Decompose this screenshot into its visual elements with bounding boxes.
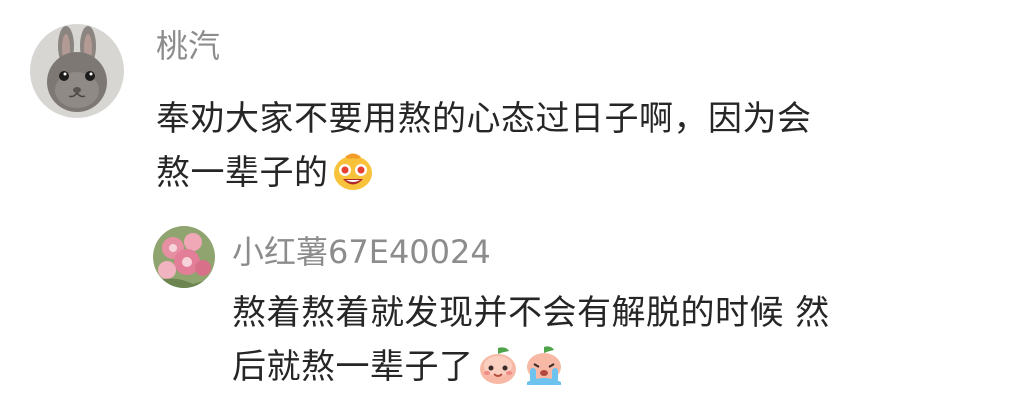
- grinning-face-emoji-icon: [331, 148, 375, 192]
- bunny-avatar-icon: [30, 24, 124, 118]
- comment-text-line: 奉劝大家不要用熬的心态过日子啊，因为会: [156, 99, 812, 139]
- reply-text-line: 后就熬一辈子了: [232, 347, 474, 387]
- comment-username[interactable]: 桃汽: [156, 26, 220, 66]
- reply-text: 熬着熬着就发现并不会有解脱的时候 然 后就熬一辈子了: [232, 286, 972, 394]
- reply-text-line: 熬着熬着就发现并不会有解脱的时候 然: [232, 293, 830, 333]
- user-avatar[interactable]: [30, 24, 124, 118]
- user-avatar[interactable]: [153, 226, 215, 288]
- comment-text: 奉劝大家不要用熬的心态过日子啊，因为会 熬一辈子的: [156, 92, 976, 200]
- reply-username[interactable]: 小红薯67E40024: [232, 232, 491, 272]
- peach-face-emoji-icon: [476, 342, 520, 386]
- comment-text-line: 熬一辈子的: [156, 153, 329, 193]
- crying-face-emoji-icon: [522, 342, 566, 386]
- flower-avatar-icon: [153, 226, 215, 288]
